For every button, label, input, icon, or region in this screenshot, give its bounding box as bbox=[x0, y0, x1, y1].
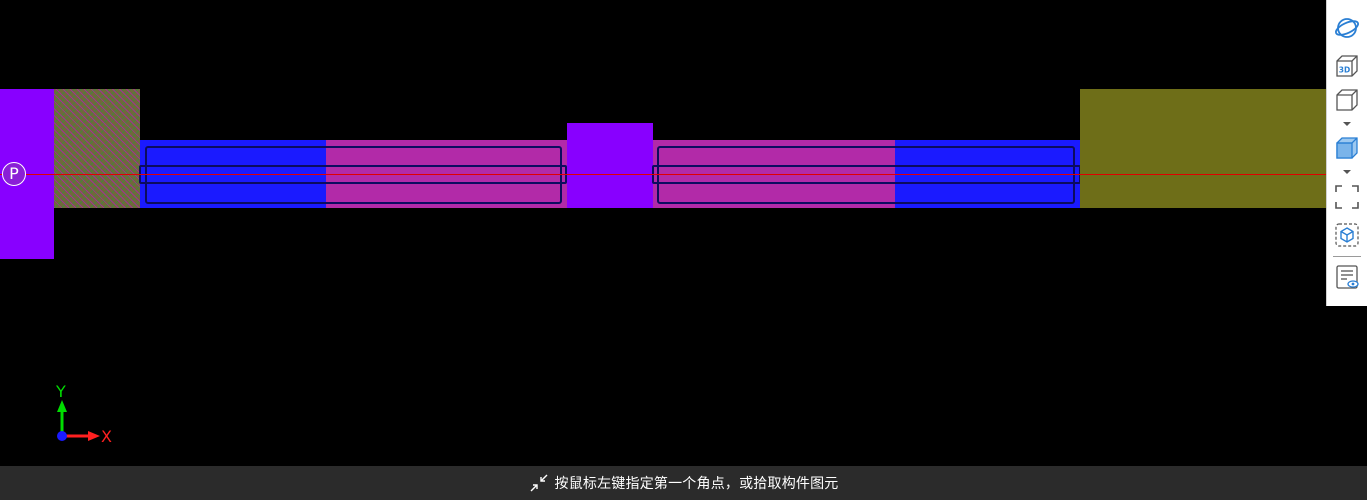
wireframe-options-dropdown[interactable] bbox=[1341, 120, 1353, 128]
view-toolbar: 3D bbox=[1326, 0, 1367, 306]
solid-options-dropdown[interactable] bbox=[1341, 168, 1353, 176]
orbit-view-button[interactable] bbox=[1333, 14, 1361, 42]
3d-view-icon: 3D bbox=[1336, 55, 1358, 77]
solid-view-button[interactable] bbox=[1333, 134, 1361, 162]
caret-down-icon bbox=[1343, 170, 1351, 174]
orbit-view-icon bbox=[1335, 18, 1359, 38]
shrink-arrows-icon bbox=[530, 474, 547, 492]
zoom-extents-icon bbox=[1335, 185, 1359, 209]
wireframe-cube-icon bbox=[1336, 89, 1358, 111]
coordinate-axes: Y X bbox=[48, 380, 118, 450]
axis-y-label: Y bbox=[56, 382, 66, 401]
zoom-extents-button[interactable] bbox=[1333, 183, 1361, 211]
display-settings-button[interactable] bbox=[1333, 263, 1361, 291]
view-selection-icon bbox=[1335, 223, 1359, 247]
right-olive-block[interactable] bbox=[1080, 89, 1326, 208]
status-message: 按鼠标左键指定第一个角点，或拾取构件图元 bbox=[554, 476, 839, 492]
point-marker[interactable]: P bbox=[2, 162, 26, 186]
wireframe-view-button[interactable] bbox=[1333, 86, 1361, 114]
toolbar-separator bbox=[1333, 256, 1361, 257]
caret-down-icon bbox=[1343, 122, 1351, 126]
axis-line bbox=[0, 174, 1326, 175]
view-selection-button[interactable] bbox=[1333, 221, 1361, 249]
3d-view-button[interactable]: 3D bbox=[1333, 52, 1361, 80]
middle-column[interactable] bbox=[567, 123, 653, 208]
drawing-canvas[interactable]: P Y X bbox=[0, 0, 1367, 466]
axis-x-label: X bbox=[101, 427, 112, 446]
app-window: P Y X 3D 按鼠标左键指定第一个角点，或拾取构件图元 bbox=[0, 0, 1367, 500]
hatched-block[interactable] bbox=[54, 89, 140, 208]
solid-cube-icon bbox=[1336, 137, 1358, 159]
status-bar: 按鼠标左键指定第一个角点，或拾取构件图元 bbox=[0, 466, 1367, 500]
display-settings-icon bbox=[1336, 265, 1359, 289]
svg-text:3D: 3D bbox=[1339, 66, 1350, 75]
